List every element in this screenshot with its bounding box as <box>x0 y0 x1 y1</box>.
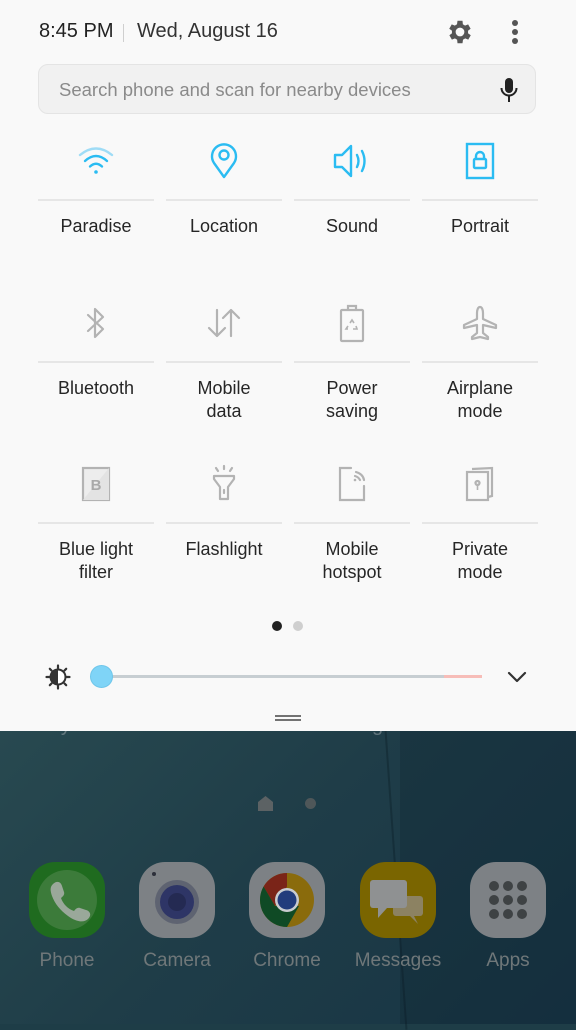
messages-app-icon <box>360 862 436 938</box>
tile-divider <box>166 199 282 201</box>
page-indicator <box>0 621 576 631</box>
tile-power-saving[interactable]: Power saving <box>294 301 410 423</box>
speaker-icon <box>333 144 366 178</box>
date: Wed, August 16 <box>137 20 278 42</box>
tile-bluetooth[interactable]: Bluetooth <box>38 301 154 400</box>
tile-location[interactable]: Location <box>166 139 282 238</box>
mobile-data-icon <box>207 308 241 338</box>
tile-label: Bluetooth <box>57 378 135 398</box>
tile-divider <box>166 522 282 524</box>
dock: Phone Camera Chrome Messages Apps <box>0 862 576 982</box>
private-mode-icon <box>465 466 494 502</box>
tile-portrait[interactable]: Portrait <box>422 139 538 238</box>
portrait-lock-icon <box>465 142 495 180</box>
search-bar <box>38 64 536 115</box>
tile-label: Mobile hotspot <box>322 539 382 582</box>
tile-divider <box>38 522 154 524</box>
tile-blue-light-filter[interactable]: B Blue light filter <box>38 462 154 584</box>
clock: 8:45 PM <box>39 20 114 42</box>
blue-light-filter-icon: B <box>81 466 111 502</box>
tile-divider <box>38 199 154 201</box>
microphone-icon[interactable] <box>497 76 521 104</box>
tile-private-mode[interactable]: Private mode <box>422 462 538 584</box>
home-icon[interactable] <box>257 795 274 812</box>
tile-label: Power saving <box>325 378 379 421</box>
tile-label: Private mode <box>451 539 509 582</box>
svg-text:B: B <box>91 477 102 494</box>
brightness-thumb[interactable] <box>90 665 113 688</box>
brightness-slider[interactable] <box>90 663 484 691</box>
page-dot[interactable] <box>293 621 303 631</box>
quick-settings-panel: 8:45 PM Wed, August 16 Paradise Location… <box>0 0 576 731</box>
tile-sound[interactable]: Sound <box>294 139 410 238</box>
dock-item-phone[interactable]: Phone <box>12 862 122 972</box>
page-dot-active[interactable] <box>272 621 282 631</box>
bluetooth-icon <box>86 307 105 339</box>
tile-label: Mobile data <box>197 378 251 421</box>
home-page-dot[interactable] <box>305 798 316 809</box>
airplane-icon <box>462 305 498 341</box>
tile-label: Location <box>189 216 259 236</box>
phone-app-icon <box>29 862 105 938</box>
power-saving-icon <box>339 304 365 343</box>
tile-divider <box>422 522 538 524</box>
location-pin-icon <box>210 143 238 179</box>
apps-grid-icon <box>470 862 546 938</box>
tile-divider <box>422 199 538 201</box>
camera-app-icon <box>139 862 215 938</box>
tile-divider <box>294 522 410 524</box>
wifi-icon <box>78 147 114 174</box>
dock-label: Camera <box>143 950 211 971</box>
tile-divider <box>294 361 410 363</box>
dock-label: Chrome <box>253 950 321 971</box>
dock-item-apps[interactable]: Apps <box>453 862 563 972</box>
dock-item-camera[interactable]: Camera <box>122 862 232 972</box>
search-input[interactable] <box>57 65 481 115</box>
drag-handle[interactable] <box>275 715 301 721</box>
tile-mobile-hotspot[interactable]: Mobile hotspot <box>294 462 410 584</box>
tile-mobile-data[interactable]: Mobile data <box>166 301 282 423</box>
tile-label: Flashlight <box>185 539 263 559</box>
chevron-down-icon[interactable] <box>505 666 529 688</box>
tile-airplane[interactable]: Airplane mode <box>422 301 538 423</box>
flashlight-icon <box>212 464 236 501</box>
chrome-app-icon <box>249 862 325 938</box>
brightness-icon <box>45 664 71 690</box>
tile-label: Sound <box>325 216 379 236</box>
tile-divider <box>166 361 282 363</box>
tile-label: Portrait <box>450 216 510 236</box>
tile-label: Airplane mode <box>446 378 514 421</box>
status-divider <box>123 24 124 42</box>
tile-divider <box>422 361 538 363</box>
tile-divider <box>294 199 410 201</box>
tile-flashlight[interactable]: Flashlight <box>166 462 282 561</box>
dock-label: Messages <box>354 950 442 971</box>
gear-icon[interactable] <box>445 17 475 47</box>
tile-wifi[interactable]: Paradise <box>38 139 154 238</box>
tile-label: Blue light filter <box>58 539 134 582</box>
hotspot-icon <box>338 466 366 502</box>
dock-item-chrome[interactable]: Chrome <box>232 862 342 972</box>
tile-divider <box>38 361 154 363</box>
dock-label: Apps <box>486 950 530 971</box>
tile-label: Paradise <box>60 216 132 236</box>
dock-item-messages[interactable]: Messages <box>343 862 453 972</box>
brightness-high-zone <box>444 675 482 678</box>
home-page-indicator <box>0 795 576 813</box>
more-vertical-icon[interactable] <box>505 17 525 47</box>
dock-label: Phone <box>39 950 95 971</box>
brightness-track[interactable] <box>100 675 482 678</box>
